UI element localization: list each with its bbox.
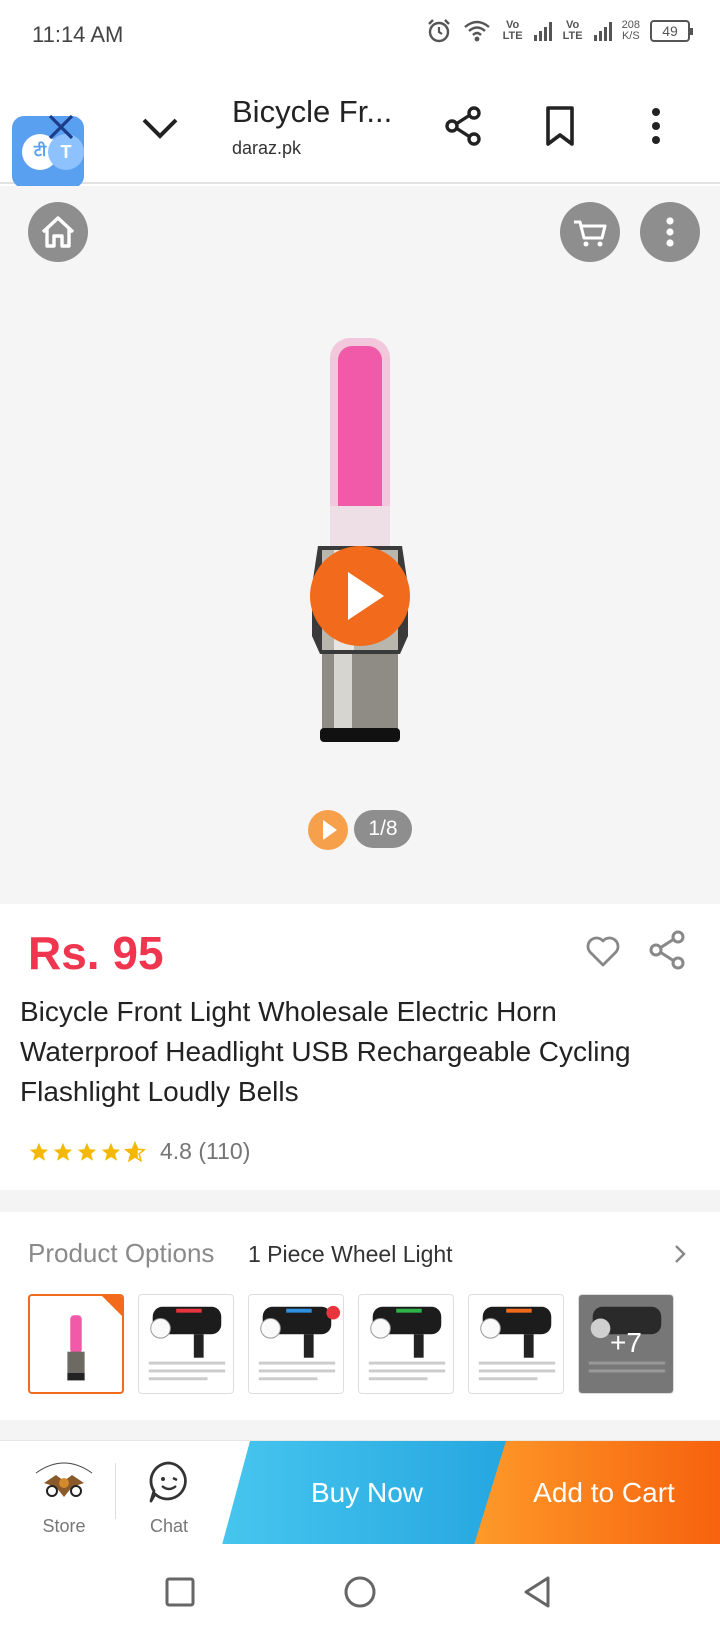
buy-now-button[interactable]: Buy Now — [222, 1441, 512, 1545]
network-speed: 208 K/S — [622, 20, 640, 42]
status-bar: 11:14 AM Vo LTE Vo LTE 208 K/S 49 — [0, 0, 720, 72]
share-icon[interactable] — [646, 928, 690, 972]
chevron-down-icon[interactable] — [140, 108, 180, 148]
page-domain: daraz.pk — [232, 138, 302, 158]
option-thumbnails: +7 — [28, 1294, 674, 1394]
close-icon[interactable] — [46, 112, 76, 142]
status-icons: Vo LTE Vo LTE 208 K/S 49 — [426, 18, 693, 44]
lte-label-2: Vo LTE — [562, 19, 583, 42]
signal-icon-2 — [593, 21, 612, 41]
star-icon — [53, 1142, 73, 1161]
store-button[interactable]: Store — [22, 1453, 106, 1539]
option-thumb-red[interactable] — [138, 1294, 234, 1394]
option-thumb-green[interactable] — [358, 1294, 454, 1394]
chat-button[interactable]: Chat — [130, 1453, 208, 1539]
add-to-cart-button[interactable]: Add to Cart — [474, 1441, 720, 1545]
home-button[interactable] — [28, 202, 88, 262]
more-vertical-icon[interactable] — [634, 104, 678, 148]
lte-label-1: Vo LTE — [502, 19, 523, 42]
more-vertical-icon — [666, 217, 674, 247]
product-info: Rs. 95 Bicycle Front Light Wholesale Ele… — [0, 904, 720, 1190]
home-icon — [41, 216, 75, 248]
gallery-more-button[interactable] — [640, 202, 700, 262]
battery-icon: 49 — [650, 20, 693, 42]
star-half-icon — [124, 1140, 146, 1162]
gallery-counter: 1/8 — [354, 810, 412, 848]
store-logo — [35, 1462, 93, 1497]
bookmark-icon[interactable] — [538, 104, 582, 148]
product-media-gallery[interactable]: 1/8 — [0, 186, 720, 904]
thumb-image-bike-light-green — [368, 1306, 446, 1381]
thumb-image-bike-light-red — [148, 1306, 226, 1381]
option-thumb-orange[interactable] — [468, 1294, 564, 1394]
video-indicator-play-icon[interactable] — [308, 810, 348, 850]
thumb-image-valve-light — [67, 1315, 85, 1381]
page-title: Bicycle Fr... — [232, 94, 393, 129]
status-time: 11:14 AM — [32, 22, 124, 47]
home-nav-icon[interactable] — [342, 1574, 378, 1610]
star-icon — [29, 1142, 49, 1161]
star-icon — [101, 1142, 121, 1161]
bottom-action-bar: Store Chat Buy Now Add to Cart — [0, 1440, 720, 1545]
options-label: Product Options — [28, 1238, 215, 1268]
thumb-image-bike-light-orange — [478, 1306, 556, 1381]
option-thumb-more[interactable]: +7 — [578, 1294, 674, 1394]
system-nav-bar — [0, 1544, 720, 1640]
option-thumb-blue[interactable] — [248, 1294, 344, 1394]
product-options[interactable]: Product Options 1 Piece Wheel Light +7 — [0, 1212, 720, 1420]
network-speed-unit: K/S — [621, 30, 640, 42]
store-label: Store — [42, 1516, 86, 1536]
signal-icon-1 — [533, 21, 552, 41]
chat-icon — [149, 1461, 187, 1503]
alarm-icon — [427, 19, 450, 43]
browser-toolbar: टी T Bicycle Fr... daraz.pk — [0, 72, 720, 188]
recents-icon[interactable] — [162, 1574, 198, 1610]
thumb-image-bike-light-blue — [258, 1305, 341, 1381]
heart-icon[interactable] — [584, 932, 622, 970]
product-price: Rs. 95 — [28, 927, 164, 979]
star-icon — [77, 1142, 97, 1161]
more-options-count: +7 — [610, 1327, 642, 1358]
section-divider — [0, 1190, 720, 1212]
product-rating[interactable]: 4.8 (110) — [28, 1138, 250, 1165]
cart-button[interactable] — [560, 202, 620, 262]
rating-text: 4.8 (110) — [160, 1138, 251, 1164]
chevron-right-icon[interactable] — [668, 1242, 692, 1266]
action-bar-separator — [115, 1463, 116, 1519]
options-selected-value: 1 Piece Wheel Light — [248, 1241, 453, 1267]
share-icon[interactable] — [442, 104, 486, 148]
cart-icon — [574, 220, 607, 247]
option-thumb-wheel-light[interactable] — [28, 1294, 124, 1394]
back-icon[interactable] — [520, 1574, 556, 1610]
wifi-icon — [463, 20, 490, 42]
play-video-button[interactable] — [310, 546, 410, 646]
chat-label: Chat — [149, 1516, 189, 1536]
product-title: Bicycle Front Light Wholesale Electric H… — [20, 996, 631, 1107]
section-divider — [0, 1420, 720, 1440]
